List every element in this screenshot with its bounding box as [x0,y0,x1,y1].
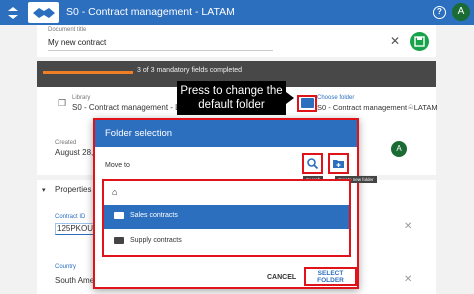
created-label: Created [55,140,77,146]
folder-name: Supply contracts [130,237,182,244]
contract-id-field[interactable]: 125PKOUH [55,223,95,235]
menu-icon[interactable] [5,5,21,21]
create-folder-button[interactable] [328,153,349,174]
dialog-header: Folder selection [95,120,357,147]
country-label: Country [55,264,77,270]
folder-name: Sales contracts [130,212,178,219]
annotation-callout: Press to change the default folder [177,81,286,115]
library-label: Library [72,95,91,101]
save-button[interactable] [410,32,429,51]
list-item[interactable]: Supply contracts [104,230,349,254]
contract-id-label: Contract ID [55,214,86,220]
progress-text: 3 of 3 mandatory fields completed [137,67,243,74]
folder-icon [114,212,124,219]
dialog-title: Folder selection [105,128,173,139]
app-title: S0 - Contract management - LATAM [66,6,235,18]
help-icon[interactable]: ? [433,6,446,19]
app-bar: S0 - Contract management - LATAM ? A [0,0,474,25]
properties-title: Properties [55,185,92,194]
library-icon: ❐ [58,98,67,108]
home-icon[interactable]: ⌂ [408,101,413,111]
select-folder-button[interactable]: SELECT FOLDER [304,267,357,286]
annotation-arrow [286,92,294,104]
home-row[interactable]: ⌂ [104,181,349,204]
close-icon[interactable]: ✕ [404,221,412,232]
country-field[interactable]: South Amer [55,276,95,285]
close-icon[interactable]: ✕ [404,274,412,285]
document-title-card: Document title [37,25,436,57]
folder-icon [114,237,124,244]
chevron-down-icon[interactable]: ▾ [42,186,46,194]
home-icon: ⌂ [112,187,118,197]
progress-fill [43,71,133,74]
user-avatar[interactable]: A [452,3,470,21]
search-button[interactable] [302,153,323,174]
list-item[interactable]: Sales contracts [104,205,349,229]
choose-folder-highlight [297,95,317,112]
created-by-avatar: A [391,141,407,157]
handshake-logo-icon [28,2,59,23]
choose-folder-label: Choose folder [317,95,355,101]
create-folder-icon [333,160,344,168]
search-icon [307,158,319,170]
folder-list: ⌂ Sales contracts Supply contracts [102,179,351,257]
choose-folder-value: S0 - Contract management - LATAM [317,103,438,112]
document-title-input[interactable] [48,35,273,51]
close-icon[interactable]: ✕ [390,34,400,48]
progress-track [43,71,133,74]
move-to-label: Move to [105,162,130,169]
folder-selection-dialog: Folder selection Move to Search Create n… [93,118,377,289]
save-icon [414,36,425,47]
document-title-label: Document title [48,27,87,33]
cancel-button[interactable]: CANCEL [267,274,296,281]
